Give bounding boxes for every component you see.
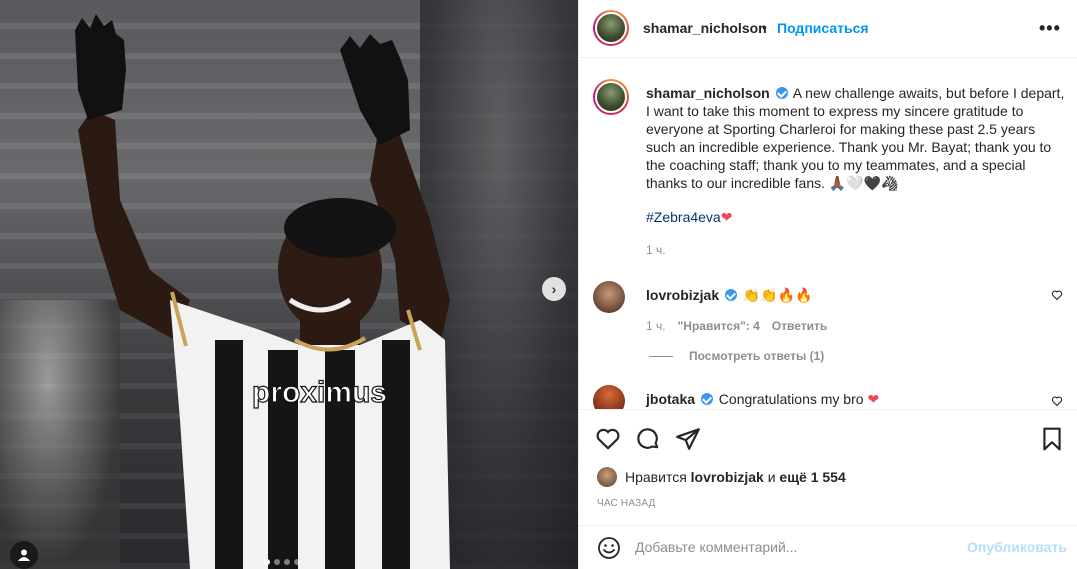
comment-body: Congratulations my bro — [718, 391, 864, 407]
reply-button[interactable]: Ответить — [772, 319, 827, 333]
caption-avatar[interactable] — [593, 79, 629, 115]
slide-dot — [274, 559, 280, 565]
verified-icon — [725, 289, 738, 301]
slide-indicator — [264, 559, 300, 565]
player-photo: proximus — [75, 14, 450, 569]
header-separator: • — [762, 19, 767, 35]
post-timestamp[interactable]: ЧАС НАЗАД — [597, 498, 656, 509]
share-icon[interactable] — [675, 426, 701, 452]
author-username[interactable]: shamar_nicholson — [643, 20, 767, 36]
heart-emoji: ❤ — [867, 391, 880, 407]
commenter-username[interactable]: lovrobizjak — [646, 287, 719, 303]
likes-summary[interactable]: Нравится lovrobizjak и ещё 1 554 — [597, 467, 846, 487]
liker-username[interactable]: lovrobizjak — [691, 469, 764, 485]
slide-dot — [264, 559, 270, 565]
add-comment-bar: Опубликовать — [579, 525, 1077, 569]
caption-text-block: shamar_nicholson A new challenge awaits,… — [646, 84, 1066, 226]
publish-button[interactable]: Опубликовать — [967, 539, 1067, 555]
user-tag-icon — [18, 549, 30, 561]
comment-text: jbotaka Congratulations my bro ❤ — [646, 391, 879, 408]
follow-button[interactable]: Подписаться — [777, 20, 869, 36]
post-side-panel: shamar_nicholson • Подписаться ••• shama… — [578, 0, 1077, 569]
comment-time[interactable]: 1 ч. — [646, 319, 666, 333]
chevron-right-icon: › — [551, 281, 557, 297]
post-actions — [579, 409, 1077, 465]
slide-dot — [284, 559, 290, 565]
post-header: shamar_nicholson • Подписаться ••• — [579, 0, 1077, 58]
likes-count[interactable]: ещё 1 554 — [779, 469, 845, 485]
replies-divider — [649, 355, 673, 357]
view-replies-label: Посмотреть ответы (1) — [689, 349, 825, 363]
verified-icon — [775, 87, 788, 99]
verified-icon — [700, 393, 713, 405]
likes-middle: и — [767, 469, 776, 485]
liker-avatar — [597, 467, 617, 487]
commenter-avatar[interactable] — [593, 385, 625, 409]
heart-icon[interactable] — [1051, 395, 1063, 407]
comment-likes[interactable]: "Нравится": 4 — [678, 319, 760, 333]
comment-body: 👏👏🔥🔥 — [742, 287, 813, 303]
caption-username[interactable]: shamar_nicholson — [646, 85, 770, 101]
view-replies-button[interactable]: Посмотреть ответы (1) — [649, 349, 824, 363]
commenter-username[interactable]: jbotaka — [646, 391, 695, 407]
heart-emoji: ❤ — [720, 209, 733, 225]
caption-time[interactable]: 1 ч. — [646, 243, 666, 257]
likes-prefix: Нравится — [625, 469, 687, 485]
author-avatar[interactable] — [593, 10, 629, 46]
comment-icon[interactable] — [635, 426, 661, 452]
emoji-icon[interactable] — [597, 536, 621, 560]
svg-text:proximus: proximus — [252, 376, 387, 409]
tagged-users-button[interactable] — [10, 541, 38, 569]
bookmark-icon[interactable] — [1039, 426, 1065, 452]
comment-text: lovrobizjak 👏👏🔥🔥 — [646, 287, 813, 304]
heart-icon[interactable] — [595, 426, 621, 452]
heart-icon[interactable] — [1051, 289, 1063, 301]
commenter-avatar[interactable] — [593, 281, 625, 313]
comments-list[interactable]: shamar_nicholson A new challenge awaits,… — [579, 59, 1077, 409]
more-icon[interactable]: ••• — [1039, 18, 1061, 39]
hashtag-link[interactable]: #Zebra4eva — [646, 209, 721, 225]
comment-input[interactable] — [635, 539, 965, 555]
next-slide-button[interactable]: › — [542, 277, 566, 301]
slide-dot — [294, 559, 300, 565]
comment-meta: 1 ч. "Нравится": 4 Ответить — [646, 319, 827, 333]
post-media[interactable]: proximus › — [0, 0, 578, 569]
